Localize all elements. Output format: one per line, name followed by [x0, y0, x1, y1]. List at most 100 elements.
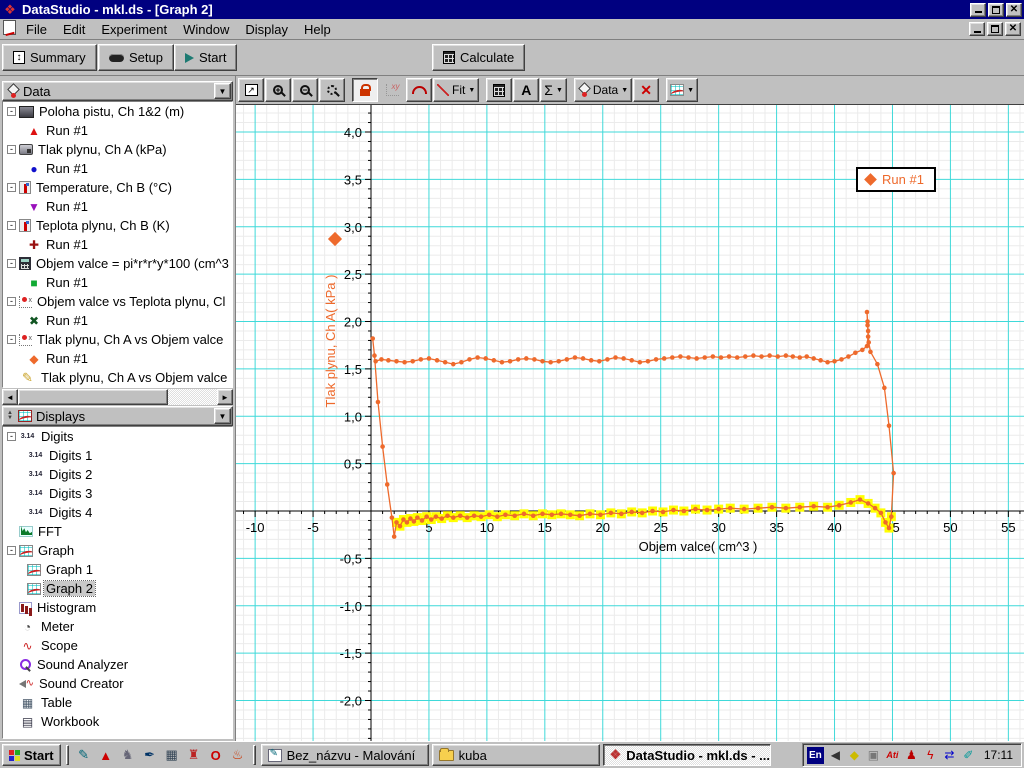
data-tree-item[interactable]: -Teplota plynu, Ch B (K): [3, 216, 232, 235]
data-run-item[interactable]: ▲Run #1: [3, 121, 232, 140]
panel-splitter-grip[interactable]: ▲▼: [7, 411, 13, 421]
tree-expander-icon[interactable]: -: [7, 546, 16, 555]
zoom-out-button[interactable]: −: [292, 78, 318, 102]
quicklaunch-pen-icon[interactable]: ✒: [140, 745, 160, 765]
scale-to-fit-button[interactable]: ↗: [238, 78, 264, 102]
tree-expander-icon[interactable]: -: [7, 183, 16, 192]
data-tree-item[interactable]: -Tlak plynu, Ch A vs Objem valce: [3, 330, 232, 349]
display-tree-item[interactable]: ◔Meter: [3, 617, 232, 636]
quicklaunch-flame-icon[interactable]: ♨: [228, 745, 248, 765]
data-tree-hscrollbar[interactable]: ◄ ►: [2, 389, 233, 405]
data-menu-button[interactable]: Data ▼: [574, 78, 632, 102]
tree-expander-icon[interactable]: -: [7, 259, 16, 268]
child-minimize-button[interactable]: [969, 22, 985, 36]
close-button[interactable]: ✕: [1006, 3, 1022, 17]
display-tree-item[interactable]: FFT: [3, 522, 232, 541]
data-tree-item[interactable]: ✎Tlak plynu, Ch A vs Objem valce: [3, 368, 232, 387]
tray-scheduler-icon[interactable]: ▣: [865, 747, 882, 764]
quicklaunch-calculator-icon[interactable]: ▦: [162, 745, 182, 765]
tree-expander-icon[interactable]: -: [7, 221, 16, 230]
tree-expander-icon[interactable]: -: [7, 297, 16, 306]
scroll-thumb[interactable]: [18, 389, 168, 405]
displays-dropdown-button[interactable]: ▼: [214, 408, 231, 424]
data-run-item[interactable]: ●Run #1: [3, 159, 232, 178]
graph-plot-area[interactable]: -10-55101520253035404550554,03,53,02,52,…: [236, 104, 1024, 741]
statistics-button[interactable]: Σ ▼: [540, 78, 567, 102]
menu-file[interactable]: File: [18, 20, 55, 39]
display-tree-item[interactable]: Histogram: [3, 598, 232, 617]
restore-button[interactable]: [988, 3, 1004, 17]
task-button-datastudio[interactable]: ❖DataStudio - mkl.ds - ...: [603, 744, 771, 766]
graph-settings-button[interactable]: ▼: [666, 78, 698, 102]
display-child-item[interactable]: 3.14Digits 1: [3, 446, 232, 465]
tree-expander-icon[interactable]: -: [7, 335, 16, 344]
fit-menu-button[interactable]: Fit ▼: [433, 78, 479, 102]
legend-box[interactable]: Run #1: [856, 167, 936, 192]
display-tree-item[interactable]: ▤Workbook: [3, 712, 232, 731]
task-button-paint[interactable]: Bez_názvu - Malování: [261, 744, 429, 766]
displays-panel-header[interactable]: ▲▼ Displays ▼: [2, 406, 233, 426]
text-tool-button[interactable]: A: [513, 78, 539, 102]
quicklaunch-acrobat-icon[interactable]: ▲: [96, 745, 116, 765]
calculate-button[interactable]: Calculate: [432, 44, 525, 71]
quicklaunch-opera-icon[interactable]: O: [206, 745, 226, 765]
tray-flash-icon[interactable]: ϟ: [922, 747, 939, 764]
zoom-in-button[interactable]: +: [265, 78, 291, 102]
child-restore-button[interactable]: [987, 22, 1003, 36]
tray-volume-icon[interactable]: ◀: [827, 747, 844, 764]
quicklaunch-dragon-icon[interactable]: ♜: [184, 745, 204, 765]
menu-help[interactable]: Help: [296, 20, 339, 39]
data-run-item[interactable]: ▼Run #1: [3, 197, 232, 216]
data-run-item[interactable]: ✚Run #1: [3, 235, 232, 254]
xy-tool-button[interactable]: [379, 78, 405, 102]
tray-figure-icon[interactable]: ♟: [903, 747, 920, 764]
smart-tool-button[interactable]: [352, 78, 378, 102]
menu-experiment[interactable]: Experiment: [93, 20, 175, 39]
display-child-item[interactable]: Graph 2: [3, 579, 232, 598]
menu-window[interactable]: Window: [175, 20, 237, 39]
tray-lens-icon[interactable]: ◆: [846, 747, 863, 764]
zoom-select-button[interactable]: [319, 78, 345, 102]
language-indicator[interactable]: En: [807, 747, 824, 764]
setup-button[interactable]: Setup: [98, 44, 174, 71]
display-tree-item[interactable]: Sound Analyzer: [3, 655, 232, 674]
display-tree-item[interactable]: ∿Scope: [3, 636, 232, 655]
menu-display[interactable]: Display: [237, 20, 296, 39]
display-tree-item[interactable]: -Graph: [3, 541, 232, 560]
tree-expander-icon[interactable]: -: [7, 145, 16, 154]
tree-expander-icon[interactable]: -: [7, 107, 16, 116]
data-run-item[interactable]: ◆Run #1: [3, 349, 232, 368]
child-close-button[interactable]: ✕: [1005, 22, 1021, 36]
tray-draw-icon[interactable]: ✐: [960, 747, 977, 764]
minimize-button[interactable]: [970, 3, 986, 17]
quicklaunch-bird-icon[interactable]: ♞: [118, 745, 138, 765]
display-child-item[interactable]: Graph 1: [3, 560, 232, 579]
display-tree-item[interactable]: -3.14Digits: [3, 427, 232, 446]
display-child-item[interactable]: 3.14Digits 2: [3, 465, 232, 484]
start-button[interactable]: Start: [174, 44, 237, 71]
data-tree-item[interactable]: -Objem valce vs Teplota plynu, Cl: [3, 292, 232, 311]
data-run-item[interactable]: ✖Run #1: [3, 311, 232, 330]
scroll-left-button[interactable]: ◄: [2, 389, 18, 405]
tree-expander-icon[interactable]: -: [7, 432, 16, 441]
scroll-right-button[interactable]: ►: [217, 389, 233, 405]
data-tree-item[interactable]: -Temperature, Ch B (°C): [3, 178, 232, 197]
display-tree-item[interactable]: ▦Table: [3, 693, 232, 712]
quicklaunch-notes-icon[interactable]: ✎: [74, 745, 94, 765]
display-tree-item[interactable]: Sound Creator: [3, 674, 232, 693]
tray-sync-icon[interactable]: ⇄: [941, 747, 958, 764]
data-run-item[interactable]: ■Run #1: [3, 273, 232, 292]
remove-button[interactable]: ✕: [633, 78, 659, 102]
data-tree-item[interactable]: -Objem valce = pi*r*r*y*100 (cm^3: [3, 254, 232, 273]
calculate-tool-button[interactable]: [486, 78, 512, 102]
mdi-child-icon[interactable]: [0, 20, 18, 38]
data-tree-item[interactable]: -Poloha pistu, Ch 1&2 (m): [3, 102, 232, 121]
tray-ati-icon[interactable]: Ati: [884, 747, 901, 764]
start-menu-button[interactable]: Start: [2, 744, 61, 766]
menu-edit[interactable]: Edit: [55, 20, 93, 39]
summary-button[interactable]: ↕ Summary: [2, 44, 97, 71]
display-child-item[interactable]: 3.14Digits 4: [3, 503, 232, 522]
display-child-item[interactable]: 3.14Digits 3: [3, 484, 232, 503]
task-button-folder[interactable]: kuba: [432, 744, 600, 766]
data-tree-item[interactable]: -Tlak plynu, Ch A (kPa): [3, 140, 232, 159]
